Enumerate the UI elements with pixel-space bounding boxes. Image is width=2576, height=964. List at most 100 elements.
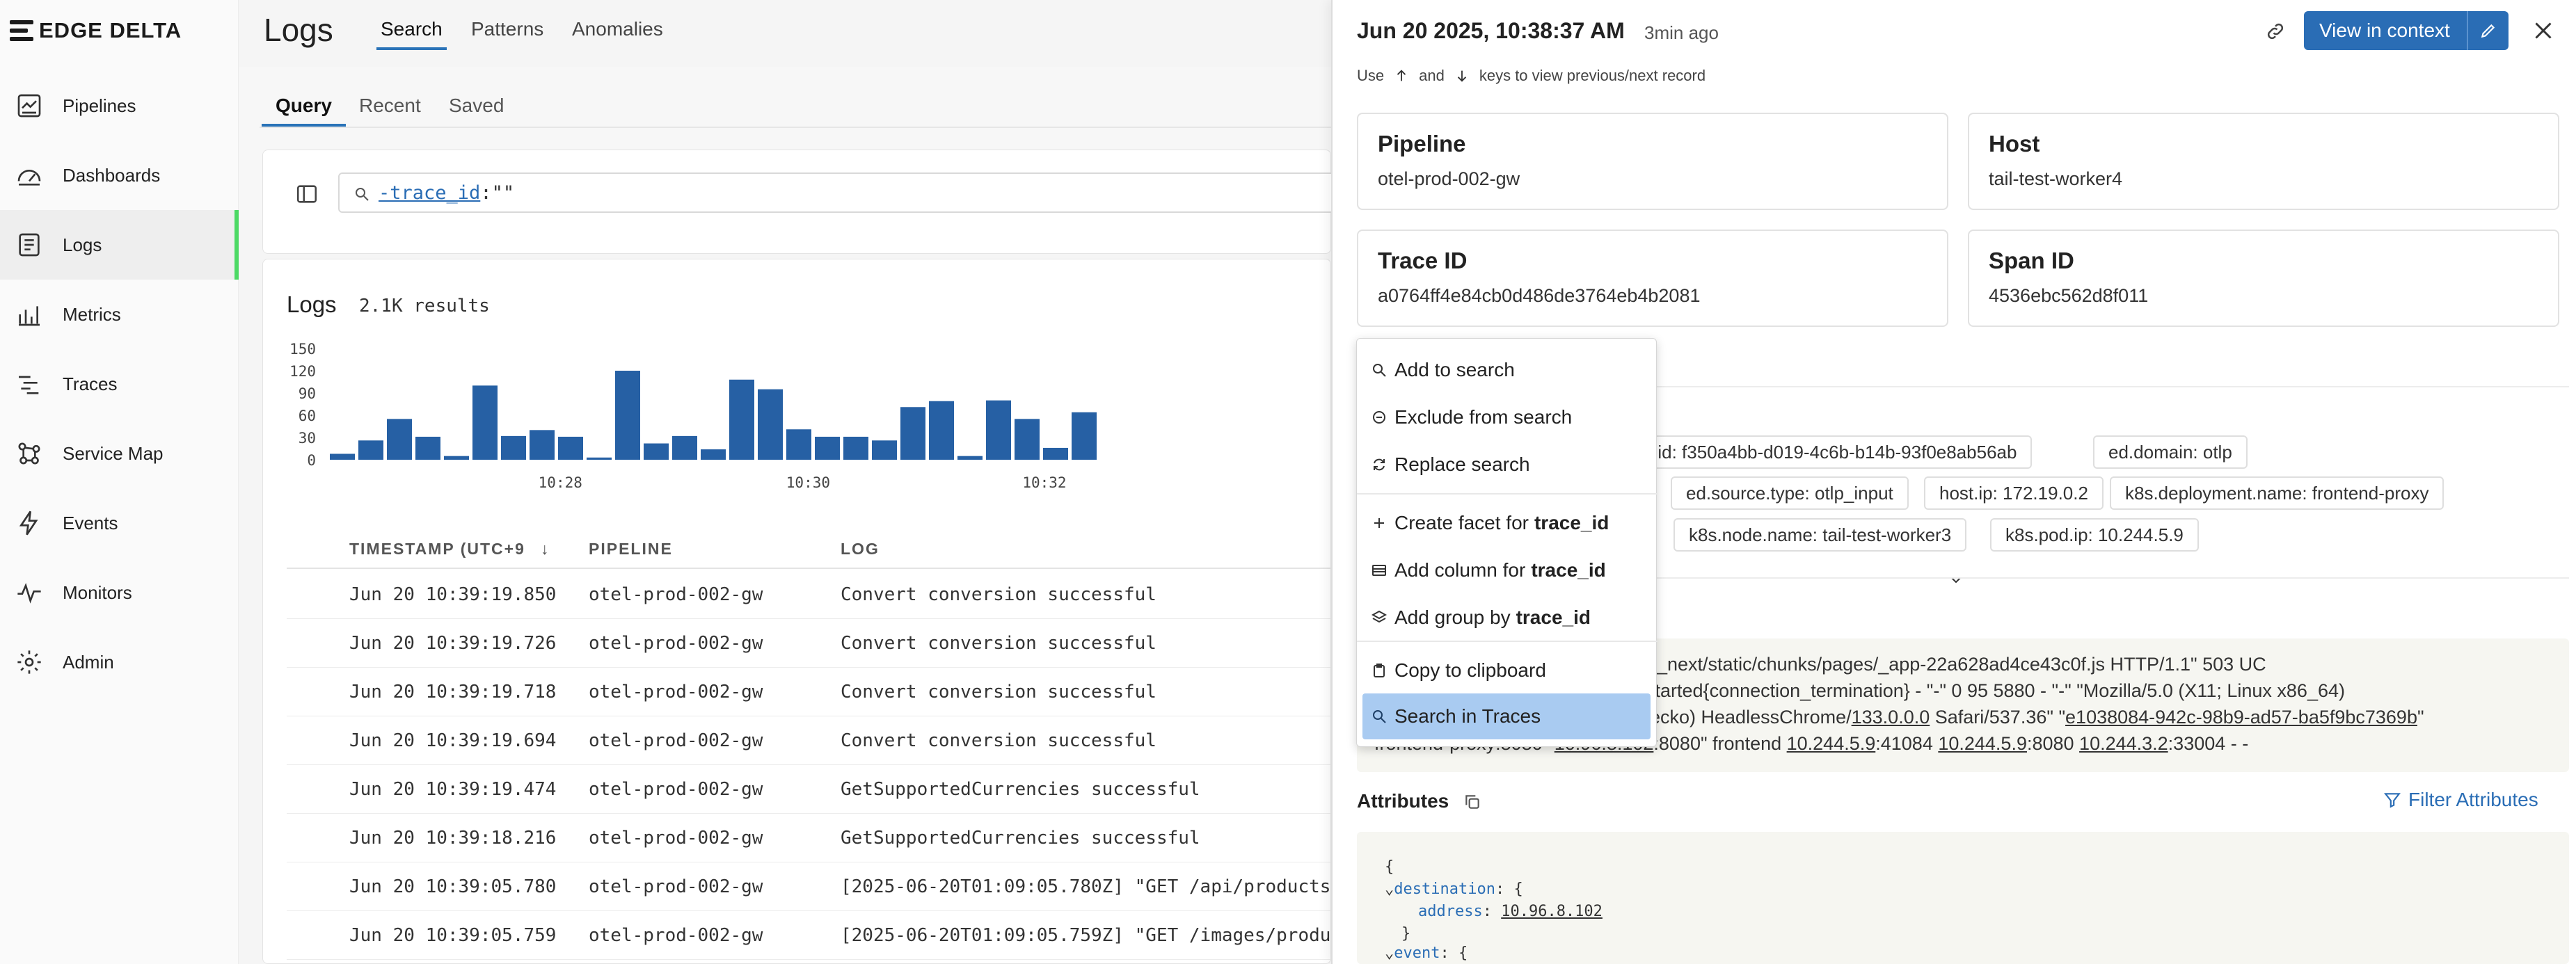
menu-item-copy-to-clipboard[interactable]: Copy to clipboard bbox=[1362, 648, 1651, 693]
column-header-log[interactable]: LOG bbox=[841, 540, 880, 559]
json-line[interactable]: ⌄event: { bbox=[1385, 945, 1468, 962]
edit-icon[interactable] bbox=[2468, 22, 2509, 40]
histogram-bar[interactable] bbox=[957, 456, 983, 460]
record-timestamp: Jun 20 2025, 10:38:37 AM bbox=[1357, 18, 1625, 43]
tab-search[interactable]: Search bbox=[376, 18, 447, 50]
search-input[interactable]: -trace_id:"" bbox=[338, 172, 1340, 213]
attribute-chip[interactable]: k8s.pod.ip: 10.244.5.9 bbox=[1990, 518, 2199, 552]
menu-item-exclude-from-search[interactable]: Exclude from search bbox=[1362, 394, 1651, 440]
tab-anomalies[interactable]: Anomalies bbox=[572, 18, 663, 40]
attribute-chip[interactable]: host.ip: 172.19.0.2 bbox=[1924, 476, 2104, 510]
histogram-bar[interactable] bbox=[330, 453, 355, 460]
histogram-bar[interactable] bbox=[758, 389, 783, 460]
attribute-chip[interactable]: k8s.deployment.name: frontend-proxy bbox=[2110, 476, 2444, 510]
table-row[interactable]: Jun 20 10:39:19.726 otel-prod-002-gw Conve… bbox=[287, 619, 1330, 668]
histogram-bar[interactable] bbox=[672, 435, 697, 460]
histogram-bar[interactable] bbox=[1043, 447, 1068, 460]
view-in-context-button[interactable]: View in context bbox=[2304, 11, 2509, 50]
attribute-chip[interactable]: k8s.node.name: tail-test-worker3 bbox=[1673, 518, 1967, 552]
table-row[interactable]: Jun 20 10:39:05.759 otel-prod-002-gw [2025… bbox=[287, 911, 1353, 960]
histogram-bar[interactable] bbox=[1015, 419, 1040, 460]
table-row[interactable]: Jun 20 10:39:18.216 otel-prod-002-gw GetSu… bbox=[287, 814, 1330, 862]
menu-item-search-in-traces[interactable]: Search in Traces bbox=[1362, 693, 1651, 739]
histogram-bar[interactable] bbox=[872, 440, 897, 460]
histogram-bar[interactable] bbox=[472, 385, 498, 460]
histogram-bar[interactable] bbox=[558, 436, 583, 460]
link-icon[interactable] bbox=[2265, 21, 2286, 42]
histogram-bar[interactable] bbox=[358, 440, 383, 460]
menu-item-add-column[interactable]: Add column for trace_id bbox=[1362, 547, 1651, 593]
table-row[interactable]: Jun 20 10:39:19.718 otel-prod-002-gw Conve… bbox=[287, 668, 1330, 716]
sidebar-item-service-map[interactable]: Service Map bbox=[0, 419, 239, 488]
histogram-bar[interactable] bbox=[530, 430, 555, 460]
collapse-icon[interactable]: ⌄ bbox=[1385, 881, 1394, 898]
table-row[interactable]: Jun 20 10:39:19.850 otel-prod-002-gw Conve… bbox=[287, 570, 1330, 619]
histogram-bar[interactable] bbox=[815, 436, 840, 460]
json-punct: : { bbox=[1440, 945, 1468, 962]
field-card-pipeline[interactable]: Pipeline otel-prod-002-gw bbox=[1357, 113, 1948, 210]
sidebar-toggle-icon[interactable] bbox=[295, 182, 319, 206]
histogram-bar[interactable] bbox=[644, 443, 669, 460]
histogram-bar[interactable] bbox=[444, 456, 469, 460]
histogram-bar[interactable] bbox=[415, 436, 440, 460]
histogram-bar[interactable] bbox=[1072, 412, 1097, 460]
histogram-bar[interactable] bbox=[986, 400, 1011, 460]
raw-text: :8080" frontend bbox=[1653, 733, 1787, 754]
field-card-host[interactable]: Host tail-test-worker4 bbox=[1968, 113, 2559, 210]
menu-item-create-facet[interactable]: Create facet for trace_id bbox=[1362, 500, 1651, 546]
sidebar-item-pipelines[interactable]: Pipelines bbox=[0, 71, 239, 140]
histogram-bar[interactable] bbox=[900, 407, 925, 460]
table-row[interactable]: Jun 20 10:39:05.780 otel-prod-002-gw [2025… bbox=[287, 862, 1353, 911]
subtab-query[interactable]: Query bbox=[262, 95, 346, 127]
histogram-bar[interactable] bbox=[701, 449, 726, 460]
raw-link[interactable]: 133.0.0.0 bbox=[1852, 707, 1930, 728]
sidebar-item-traces[interactable]: Traces bbox=[0, 349, 239, 419]
events-icon bbox=[19, 511, 38, 536]
table-row[interactable]: Jun 20 10:39:19.694 otel-prod-002-gw Conve… bbox=[287, 716, 1330, 765]
sidebar-item-logs[interactable]: Logs bbox=[0, 210, 239, 280]
column-header-timestamp[interactable]: TIMESTAMP (UTC+9 ↓ bbox=[349, 540, 550, 559]
sidebar-item-monitors[interactable]: Monitors bbox=[0, 558, 239, 627]
histogram-bar[interactable] bbox=[729, 379, 754, 460]
raw-link[interactable]: e1038084-942c-98b9-ad57-ba5f9bc7369b bbox=[2065, 707, 2417, 728]
histogram-bar[interactable] bbox=[929, 401, 954, 460]
menu-item-add-group-by[interactable]: Add group by trace_id bbox=[1362, 595, 1651, 641]
subtab-saved[interactable]: Saved bbox=[449, 95, 504, 117]
histogram-bar[interactable] bbox=[587, 457, 612, 460]
chevron-down-icon[interactable] bbox=[1948, 572, 1964, 588]
histogram-bar[interactable] bbox=[501, 435, 526, 460]
raw-link[interactable]: 10.244.5.9 bbox=[1938, 733, 2027, 754]
column-header-pipeline[interactable]: PIPELINE bbox=[589, 540, 673, 559]
logs-histogram[interactable]: 150 120 90 60 30 0 10:28 10:30 10:32 bbox=[287, 342, 1330, 508]
raw-link[interactable]: 10.244.3.2 bbox=[2079, 733, 2168, 754]
admin-icon bbox=[17, 650, 41, 674]
edge-delta-logo[interactable]: EDGE DELTA bbox=[10, 18, 182, 43]
histogram-bar[interactable] bbox=[387, 419, 412, 460]
field-card-trace-id[interactable]: Trace ID a0764ff4e84cb0d486de3764eb4b208… bbox=[1357, 230, 1948, 327]
attribute-chip[interactable]: ed.domain: otlp bbox=[2093, 435, 2248, 469]
table-row[interactable]: Jun 20 10:39:19.474 otel-prod-002-gw GetSu… bbox=[287, 765, 1330, 814]
sidebar-item-events[interactable]: Events bbox=[0, 488, 239, 558]
menu-item-add-to-search[interactable]: Add to search bbox=[1362, 347, 1651, 393]
sidebar-item-metrics[interactable]: Metrics bbox=[0, 280, 239, 349]
collapse-icon[interactable]: ⌄ bbox=[1385, 945, 1394, 962]
histogram-bar[interactable] bbox=[843, 436, 868, 460]
raw-link[interactable]: 10.244.5.9 bbox=[1787, 733, 1876, 754]
json-line[interactable]: ⌄destination: { bbox=[1385, 881, 1523, 898]
copy-icon[interactable] bbox=[1463, 793, 1481, 811]
histogram-bar[interactable] bbox=[615, 371, 640, 460]
menu-item-replace-search[interactable]: Replace search bbox=[1362, 442, 1651, 488]
filter-attributes-button[interactable]: Filter Attributes bbox=[2383, 789, 2538, 811]
close-icon[interactable] bbox=[2531, 18, 2556, 43]
attribute-chip[interactable]: onf.id: f350a4bb-d019-4c6b-b14b-93f0e8ab… bbox=[1625, 435, 2033, 469]
arrow-down-icon bbox=[1457, 70, 1466, 82]
subtab-recent[interactable]: Recent bbox=[359, 95, 421, 117]
sidebar-item-admin[interactable]: Admin bbox=[0, 627, 239, 697]
attribute-chip[interactable]: ed.source.type: otlp_input bbox=[1671, 476, 1909, 510]
y-tick-label: 30 bbox=[299, 430, 316, 447]
sidebar-item-dashboards[interactable]: Dashboards bbox=[0, 140, 239, 210]
tab-patterns[interactable]: Patterns bbox=[471, 18, 543, 40]
json-value[interactable]: 10.96.8.102 bbox=[1501, 903, 1603, 920]
histogram-bar[interactable] bbox=[786, 429, 811, 460]
field-card-span-id[interactable]: Span ID 4536ebc562d8f011 bbox=[1968, 230, 2559, 327]
